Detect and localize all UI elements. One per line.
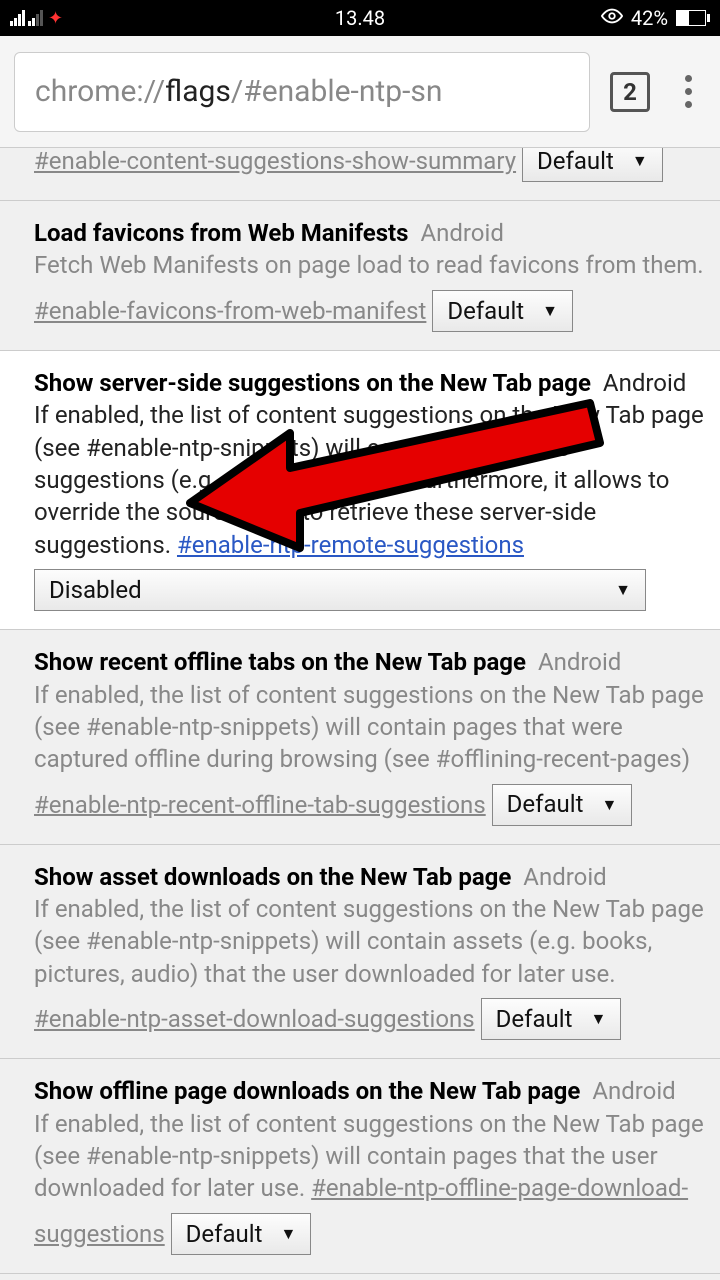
- chevron-down-icon: ▼: [601, 794, 617, 816]
- battery-percent: 42%: [631, 6, 668, 30]
- menu-button[interactable]: [670, 75, 706, 108]
- flag-dropdown-value: Default: [537, 148, 614, 177]
- status-bar: ✦ 13.48 42%: [0, 0, 720, 36]
- flags-list[interactable]: #enable-content-suggestions-show-summary…: [0, 148, 720, 1280]
- flag-desc: Fetch Web Manifests on page load to read…: [34, 251, 704, 279]
- url-suffix: /#enable-ntp-sn: [231, 74, 443, 109]
- flag-item: Show offline page downloads on the New T…: [0, 1058, 720, 1273]
- flag-title: Show recent offline tabs on the New Tab …: [34, 648, 526, 676]
- flag-dropdown-value: Default: [507, 788, 584, 820]
- chevron-down-icon: ▼: [542, 300, 558, 322]
- flag-item-highlighted: Show server-side suggestions on the New …: [0, 350, 720, 629]
- flag-platform: Android: [592, 1077, 675, 1105]
- tab-switcher-button[interactable]: 2: [610, 72, 650, 112]
- url-prefix: chrome://: [35, 74, 165, 109]
- flag-hash-link[interactable]: #enable-content-suggestions-show-summary: [34, 148, 516, 175]
- flag-dropdown-value: Default: [186, 1218, 263, 1250]
- eye-icon: [601, 5, 623, 32]
- flag-title: Load favicons from Web Manifests: [34, 219, 409, 247]
- flag-desc: If enabled, the list of content suggesti…: [34, 681, 704, 774]
- flag-dropdown-value: Default: [447, 295, 524, 327]
- flag-desc: If enabled, the list of content suggesti…: [34, 895, 704, 988]
- chevron-down-icon: ▼: [615, 579, 631, 601]
- signal-icon-1: [10, 10, 25, 26]
- signal-icon-2: [28, 10, 43, 26]
- flag-platform: Android: [538, 648, 621, 676]
- flag-hash-link[interactable]: #enable-ntp-asset-download-suggestions: [34, 1005, 475, 1033]
- flag-title: Show offline page downloads on the New T…: [34, 1077, 580, 1105]
- chevron-down-icon: ▼: [590, 1008, 606, 1030]
- flag-hash-link[interactable]: #enable-favicons-from-web-manifest: [34, 297, 426, 325]
- flag-title: Show server-side suggestions on the New …: [34, 369, 591, 397]
- flag-platform: Android: [603, 369, 686, 397]
- url-bar[interactable]: chrome://flags/#enable-ntp-sn: [14, 52, 590, 132]
- flag-hash-link[interactable]: #enable-ntp-recent-offline-tab-suggestio…: [34, 790, 486, 818]
- flag-dropdown-value: Default: [496, 1003, 573, 1035]
- tab-count: 2: [623, 78, 637, 106]
- flag-dropdown[interactable]: Default ▼: [432, 290, 573, 332]
- flag-platform: Android: [420, 219, 503, 247]
- flag-dropdown[interactable]: Disabled ▼: [34, 569, 646, 611]
- flag-item: Show recently visited bookmarks on the N…: [0, 1273, 720, 1280]
- status-time: 13.48: [243, 6, 476, 30]
- flag-dropdown[interactable]: Default ▼: [522, 148, 663, 182]
- browser-toolbar: chrome://flags/#enable-ntp-sn 2: [0, 36, 720, 148]
- flag-item: Load favicons from Web Manifests Android…: [0, 200, 720, 350]
- status-left: ✦: [10, 8, 243, 29]
- battery-icon: [676, 10, 710, 26]
- status-right: 42%: [477, 5, 710, 32]
- flag-item: Show recent offline tabs on the New Tab …: [0, 629, 720, 844]
- url-host: flags: [165, 74, 231, 109]
- flag-dropdown-value: Disabled: [49, 574, 142, 606]
- flag-title: Show asset downloads on the New Tab page: [34, 863, 511, 891]
- flag-dropdown[interactable]: Default ▼: [492, 784, 633, 826]
- flag-platform: Android: [523, 863, 606, 891]
- carrier-icon: ✦: [48, 8, 63, 29]
- flag-dropdown[interactable]: Default ▼: [481, 998, 622, 1040]
- chevron-down-icon: ▼: [280, 1223, 296, 1245]
- flag-item: #enable-content-suggestions-show-summary…: [0, 148, 720, 200]
- flag-dropdown[interactable]: Default ▼: [171, 1213, 312, 1255]
- chevron-down-icon: ▼: [632, 150, 648, 172]
- flag-item: Show asset downloads on the New Tab page…: [0, 844, 720, 1059]
- flag-hash-link[interactable]: #enable-ntp-remote-suggestions: [177, 531, 524, 559]
